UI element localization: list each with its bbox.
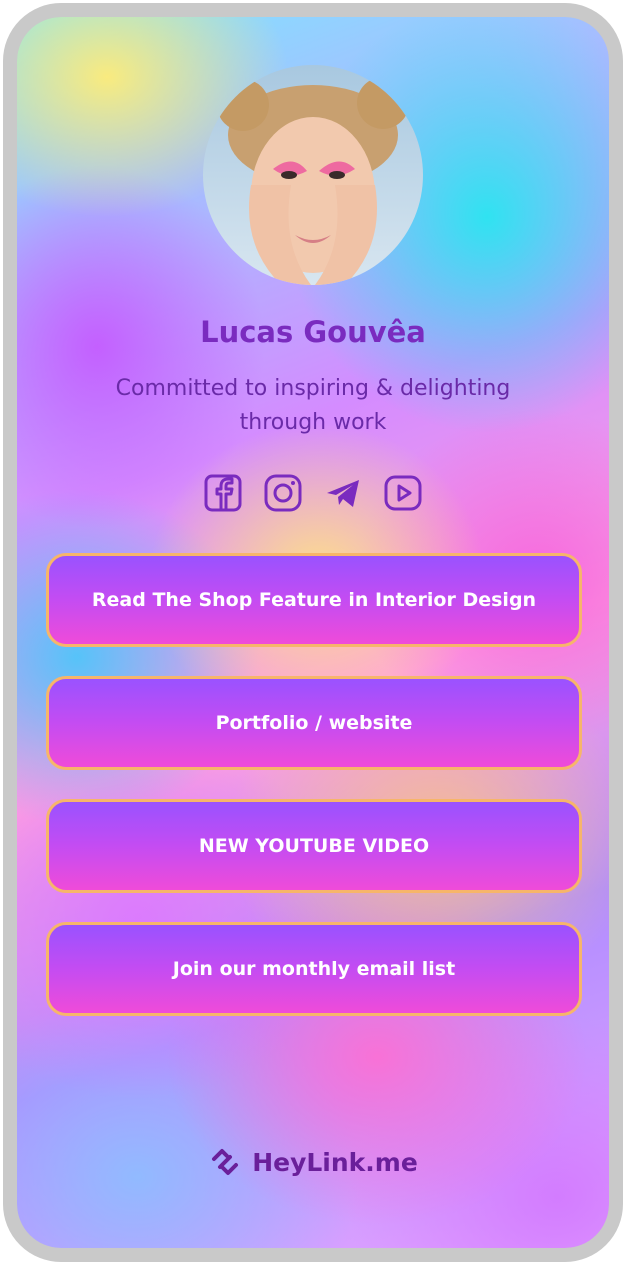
profile-screen: Lucas Gouvêa Committed to inspiring & de… — [17, 17, 609, 1248]
footer-brand-text: HeyLink.me — [252, 1147, 418, 1177]
facebook-icon[interactable] — [203, 473, 243, 513]
link-button-youtube-video[interactable]: NEW YOUTUBE VIDEO — [46, 799, 582, 893]
telegram-icon[interactable] — [323, 473, 363, 513]
avatar — [203, 65, 423, 285]
social-icons — [17, 473, 609, 513]
heylink-logo-icon — [212, 1149, 239, 1175]
youtube-icon[interactable] — [383, 473, 423, 513]
brand-footer[interactable]: HeyLink.me — [17, 1145, 609, 1179]
link-list: Read The Shop Feature in Interior Design… — [46, 553, 582, 1045]
profile-bio: Committed to inspiring & delighting thro… — [115, 376, 511, 435]
phone-frame: Lucas Gouvêa Committed to inspiring & de… — [3, 3, 623, 1262]
link-button-shop-feature[interactable]: Read The Shop Feature in Interior Design — [46, 553, 582, 647]
link-button-email-list[interactable]: Join our monthly email list — [46, 922, 582, 1016]
link-button-portfolio[interactable]: Portfolio / website — [46, 676, 582, 770]
profile-name: Lucas Gouvêa — [200, 315, 426, 349]
instagram-icon[interactable] — [263, 473, 303, 513]
